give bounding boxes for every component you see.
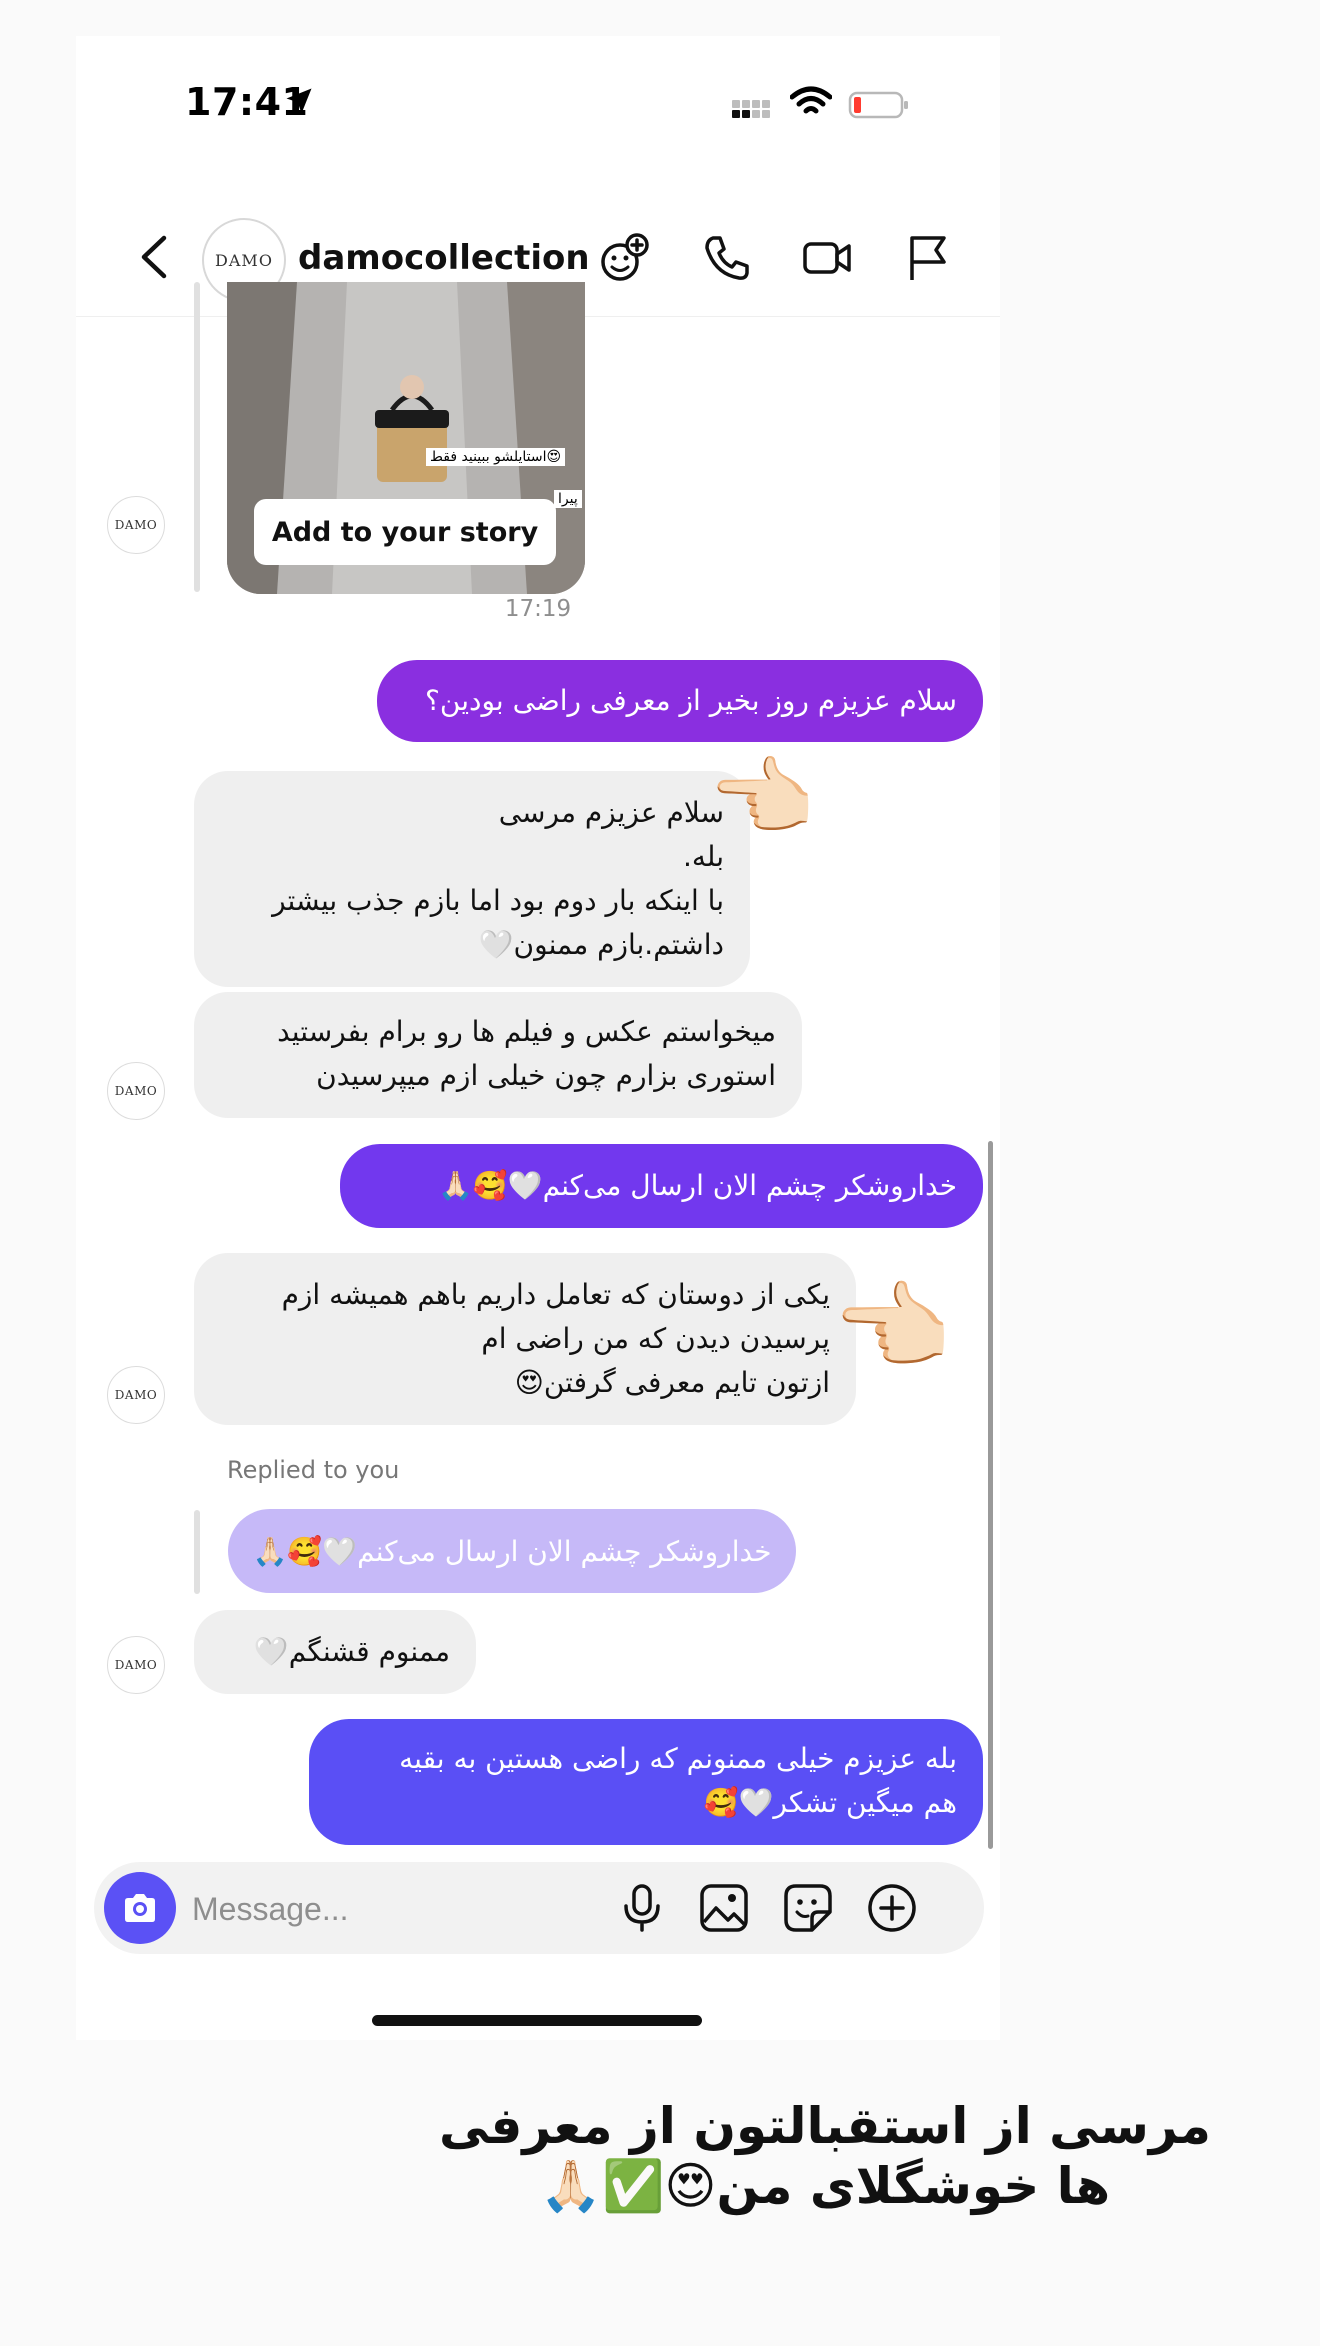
sender-avatar[interactable]: DAMO — [107, 1366, 165, 1424]
message-line: میخواستم عکس و فیلم ها رو برام بفرستید — [277, 1015, 776, 1048]
home-indicator — [372, 2015, 702, 2026]
avatar-logo-text: DAMO — [114, 1658, 158, 1672]
reply-thread-line — [194, 1510, 200, 1594]
story-caption-2: پیرا — [554, 490, 582, 508]
sender-avatar[interactable]: DAMO — [107, 496, 165, 554]
message-composer — [94, 1862, 984, 1956]
message-line: با اینکه بار دوم بود اما بازم جذب بیشتر — [272, 884, 724, 917]
message-line: بله. — [683, 840, 724, 873]
avatar-logo-text: DAMO — [215, 250, 273, 270]
plus-icon[interactable] — [866, 1882, 918, 1934]
message-text: سلام عزیزم روز بخیر از معرفی راضی بودین؟ — [425, 684, 957, 717]
story-caption: استایلشو ببینید فقط😍 — [426, 448, 566, 466]
add-to-story-button[interactable]: Add to your story — [254, 499, 556, 565]
message-line: داشتم.بازم ممنون🤍 — [478, 928, 724, 961]
reply-label: Replied to you — [227, 1456, 400, 1484]
reply-preview[interactable]: خداروشکر چشم الان ارسال می‌کنم🤍🥰🙏🏻 — [228, 1509, 796, 1593]
camera-button[interactable] — [104, 1872, 176, 1944]
sender-avatar[interactable]: DAMO — [107, 1636, 165, 1694]
location-arrow-icon — [286, 88, 312, 114]
story-caption-text: مرسی از استقبالتون از معرفی ها خوشگلای م… — [420, 2096, 1230, 2216]
message-line: سلام عزیزم مرسی — [498, 796, 724, 829]
incoming-message[interactable]: میخواستم عکس و فیلم ها رو برام بفرستید ا… — [194, 992, 802, 1118]
incoming-message[interactable]: سلام عزیزم مرسی بله. با اینکه بار دوم بو… — [194, 771, 750, 987]
message-line: استوری بزارم چون خیلی ازم میپرسیدن — [316, 1059, 776, 1092]
mic-icon[interactable] — [616, 1882, 668, 1934]
message-timestamp: 17:19 — [504, 596, 572, 622]
username[interactable]: damocollection — [298, 238, 590, 278]
message-line: هم میگین تشکر🤍🥰 — [703, 1786, 957, 1819]
incoming-message[interactable]: یکی از دوستان که تعامل داریم باهم همیشه … — [194, 1253, 856, 1425]
message-line: یکی از دوستان که تعامل داریم باهم همیشه … — [281, 1278, 830, 1311]
outgoing-message[interactable]: سلام عزیزم روز بخیر از معرفی راضی بودین؟ — [377, 660, 983, 742]
message-input[interactable] — [190, 1862, 614, 1956]
add-effect-icon[interactable] — [598, 232, 650, 284]
caption-line: ها خوشگلای من😍✅🙏🏻 — [539, 2157, 1111, 2215]
thread-line — [194, 282, 200, 592]
wifi-icon — [790, 86, 832, 114]
pointer-emoji: 👈🏻 — [832, 1271, 952, 1383]
camera-icon — [125, 1894, 155, 1922]
scrollbar[interactable] — [988, 1141, 993, 1849]
avatar-logo-text: DAMO — [114, 518, 158, 532]
back-icon[interactable] — [136, 234, 172, 280]
flag-icon[interactable] — [902, 232, 954, 284]
message-line: ازتون تایم معرفی گرفتن😍 — [514, 1366, 830, 1399]
pointer-emoji: 👈🏻 — [708, 748, 816, 848]
message-line: پرسیدن دیدن که من راضی ام — [481, 1322, 830, 1355]
video-icon[interactable] — [801, 232, 853, 284]
gallery-icon[interactable] — [698, 1882, 750, 1934]
battery-icon — [848, 91, 908, 119]
outgoing-message[interactable]: بله عزیزم خیلی ممنونم که راضی هستین به ب… — [309, 1719, 983, 1845]
signal-icon — [732, 100, 770, 118]
message-line: بله عزیزم خیلی ممنونم که راضی هستین به ب… — [399, 1742, 957, 1775]
phone-screen: 17:41 DAMO damocollection استایلشو ببینی… — [76, 36, 1000, 2040]
avatar-logo-text: DAMO — [114, 1084, 158, 1098]
message-text: خداروشکر چشم الان ارسال می‌کنم🤍🥰🙏🏻 — [437, 1169, 957, 1202]
incoming-message[interactable]: ممنوم قشنگم🤍 — [194, 1610, 476, 1694]
avatar-logo-text: DAMO — [114, 1388, 158, 1402]
phone-icon[interactable] — [701, 232, 753, 284]
outgoing-message[interactable]: خداروشکر چشم الان ارسال می‌کنم🤍🥰🙏🏻 — [340, 1144, 983, 1228]
message-text: ممنوم قشنگم🤍 — [253, 1635, 450, 1668]
caption-line: مرسی از استقبالتون از معرفی — [439, 2097, 1211, 2155]
sender-avatar[interactable]: DAMO — [107, 1062, 165, 1120]
sticker-icon[interactable] — [782, 1882, 834, 1934]
